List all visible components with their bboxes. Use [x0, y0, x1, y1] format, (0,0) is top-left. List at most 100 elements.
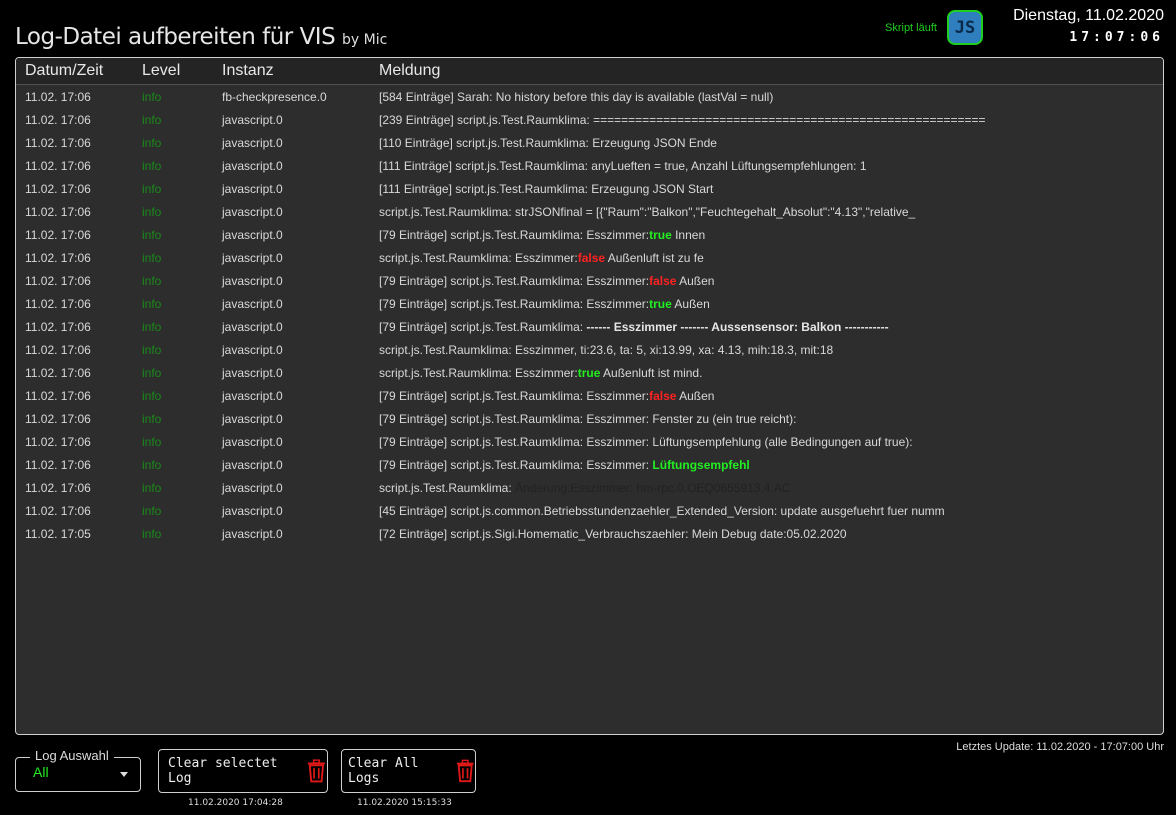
message-segment: script.js.Test.Raumklima: — [379, 481, 516, 495]
cell-datetime: 11.02. 17:06 — [25, 320, 91, 334]
cell-level: info — [142, 481, 162, 495]
cell-datetime: 11.02. 17:06 — [25, 136, 91, 150]
log-select-dropdown[interactable]: Log Auswahl All — [15, 748, 141, 792]
cell-instance: javascript.0 — [222, 113, 283, 127]
cell-datetime: 11.02. 17:06 — [25, 458, 91, 472]
cell-datetime: 11.02. 17:06 — [25, 251, 91, 265]
cell-message: [111 Einträge] script.js.Test.Raumklima:… — [379, 159, 867, 173]
table-row[interactable]: 11.02. 17:06 info javascript.0 [79 Einträge… — [16, 430, 1163, 453]
message-segment: false — [649, 274, 677, 288]
cell-instance: javascript.0 — [222, 504, 283, 518]
cell-datetime: 11.02. 17:05 — [25, 527, 91, 541]
cell-instance: javascript.0 — [222, 389, 283, 403]
table-row[interactable]: 11.02. 17:06 info javascript.0 [79 Einträge… — [16, 384, 1163, 407]
message-segment: Innen — [671, 228, 706, 242]
cell-instance: javascript.0 — [222, 159, 283, 173]
table-row[interactable]: 11.02. 17:06 info javascript.0 [110 Einträg… — [16, 131, 1163, 154]
cell-message: [79 Einträge] script.js.Test.Raumklima: … — [379, 228, 705, 242]
message-segment: [110 Einträge] script.js.Test.Raumklima:… — [379, 136, 717, 150]
message-segment: [79 Einträge] script.js.Test.Raumklima: … — [379, 228, 650, 242]
table-row[interactable]: 11.02. 17:06 info javascript.0 [79 Einträge… — [16, 315, 1163, 338]
cell-instance: javascript.0 — [222, 412, 283, 426]
cell-level: info — [142, 90, 162, 104]
message-segment: Außenluft ist zu fe — [605, 251, 704, 265]
message-segment: [239 Einträge] script.js.Test.Raumklima:… — [379, 113, 986, 127]
table-row[interactable]: 11.02. 17:06 info javascript.0 [79 Einträge… — [16, 223, 1163, 246]
cell-instance: javascript.0 — [222, 297, 283, 311]
message-segment: false — [577, 251, 606, 265]
table-row[interactable]: 11.02. 17:06 info javascript.0 [79 Einträge… — [16, 407, 1163, 430]
cell-datetime: 11.02. 17:06 — [25, 481, 91, 495]
table-row[interactable]: 11.02. 17:06 info javascript.0 script.js.Te… — [16, 361, 1163, 384]
table-row[interactable]: 11.02. 17:06 info javascript.0 [79 Einträge… — [16, 269, 1163, 292]
table-row[interactable]: 11.02. 17:06 info javascript.0 script.js.Te… — [16, 200, 1163, 223]
cell-message: [79 Einträge] script.js.Test.Raumklima: … — [379, 297, 710, 311]
cell-instance: fb-checkpresence.0 — [222, 90, 327, 104]
time-display: 17:07:06 — [1069, 30, 1164, 45]
table-row[interactable]: 11.02. 17:06 info fb-checkpresence.0 [584 E… — [16, 85, 1163, 108]
message-segment: true — [649, 228, 672, 242]
column-header-instance[interactable]: Instanz — [222, 62, 274, 80]
table-row[interactable]: 11.02. 17:06 info javascript.0 script.js.Te… — [16, 338, 1163, 361]
cell-datetime: 11.02. 17:06 — [25, 113, 91, 127]
message-segment: [584 Einträge] Sarah: No history before … — [379, 90, 774, 104]
message-segment: Außen — [676, 274, 715, 288]
clear-all-logs-button[interactable]: Clear All Logs — [341, 749, 476, 793]
message-segment: [79 Einträge] script.js.Test.Raumklima: … — [379, 297, 650, 311]
date-display: Dienstag, 11.02.2020 — [1013, 7, 1164, 24]
table-row[interactable]: 11.02. 17:06 info javascript.0 [111 Einträg… — [16, 154, 1163, 177]
cell-instance: javascript.0 — [222, 527, 283, 541]
cell-level: info — [142, 320, 162, 334]
column-header-level[interactable]: Level — [142, 62, 180, 80]
message-segment: true — [577, 366, 601, 380]
table-row[interactable]: 11.02. 17:06 info javascript.0 [111 Einträg… — [16, 177, 1163, 200]
cell-level: info — [142, 504, 162, 518]
log-select-value: All — [33, 764, 49, 780]
javascript-logo-icon[interactable]: JS — [947, 10, 983, 45]
cell-message: [79 Einträge] script.js.Test.Raumklima: … — [379, 274, 714, 288]
message-segment: Änderung:Esszimmer: hm-rpc.0.OEQ0655913.… — [515, 481, 791, 495]
chevron-down-icon — [120, 772, 128, 777]
cell-datetime: 11.02. 17:06 — [25, 366, 91, 380]
cell-level: info — [142, 182, 162, 196]
message-segment: script.js.Test.Raumklima: Esszimmer: — [379, 251, 578, 265]
table-row[interactable]: 11.02. 17:06 info javascript.0 [79 Einträge… — [16, 292, 1163, 315]
table-row[interactable]: 11.02. 17:06 info javascript.0 [239 Einträg… — [16, 108, 1163, 131]
message-segment: script.js.Test.Raumklima: Esszimmer: — [379, 366, 578, 380]
table-row[interactable]: 11.02. 17:06 info javascript.0 script.js.Te… — [16, 476, 1163, 499]
trash-icon — [456, 759, 474, 783]
table-row[interactable]: 11.02. 17:06 info javascript.0 [79 Einträge… — [16, 453, 1163, 476]
cell-datetime: 11.02. 17:06 — [25, 412, 91, 426]
cell-datetime: 11.02. 17:06 — [25, 274, 91, 288]
clear-selected-log-button[interactable]: Clear selectet Log — [158, 749, 328, 793]
cell-message: [79 Einträge] script.js.Test.Raumklima: … — [379, 458, 750, 472]
cell-instance: javascript.0 — [222, 320, 283, 334]
page-title: Log-Datei aufbereiten für VIS by Mic — [15, 24, 387, 50]
table-header: Datum/Zeit Level Instanz Meldung — [16, 58, 1163, 85]
title-byline: by Mic — [342, 32, 388, 48]
message-segment: Außen — [671, 297, 710, 311]
table-row[interactable]: 11.02. 17:06 info javascript.0 [45 Einträge… — [16, 499, 1163, 522]
cell-instance: javascript.0 — [222, 366, 283, 380]
cell-message: [72 Einträge] script.js.Sigi.Homematic_V… — [379, 527, 847, 541]
column-header-datetime[interactable]: Datum/Zeit — [25, 62, 103, 80]
column-header-message[interactable]: Meldung — [379, 62, 440, 80]
last-update-text: Letztes Update: 11.02.2020 - 17:07:00 Uh… — [956, 741, 1164, 753]
cell-message: [79 Einträge] script.js.Test.Raumklima: … — [379, 389, 714, 403]
cell-datetime: 11.02. 17:06 — [25, 343, 91, 357]
cell-datetime: 11.02. 17:06 — [25, 504, 91, 518]
cell-level: info — [142, 343, 162, 357]
cell-level: info — [142, 251, 162, 265]
message-segment: false — [649, 389, 677, 403]
clear-selected-timestamp: 11.02.2020 17:04:28 — [188, 798, 283, 808]
cell-level: info — [142, 389, 162, 403]
message-segment: [111 Einträge] script.js.Test.Raumklima:… — [379, 182, 714, 196]
table-row[interactable]: 11.02. 17:06 info javascript.0 script.js.Te… — [16, 246, 1163, 269]
cell-level: info — [142, 274, 162, 288]
cell-message: script.js.Test.Raumklima: Esszimmer:fals… — [379, 251, 704, 265]
log-select-label: Log Auswahl — [30, 748, 114, 763]
table-row[interactable]: 11.02. 17:05 info javascript.0 [72 Einträge… — [16, 522, 1163, 545]
cell-level: info — [142, 412, 162, 426]
cell-datetime: 11.02. 17:06 — [25, 389, 91, 403]
message-segment: script.js.Test.Raumklima: Esszimmer, ti:… — [379, 343, 834, 357]
